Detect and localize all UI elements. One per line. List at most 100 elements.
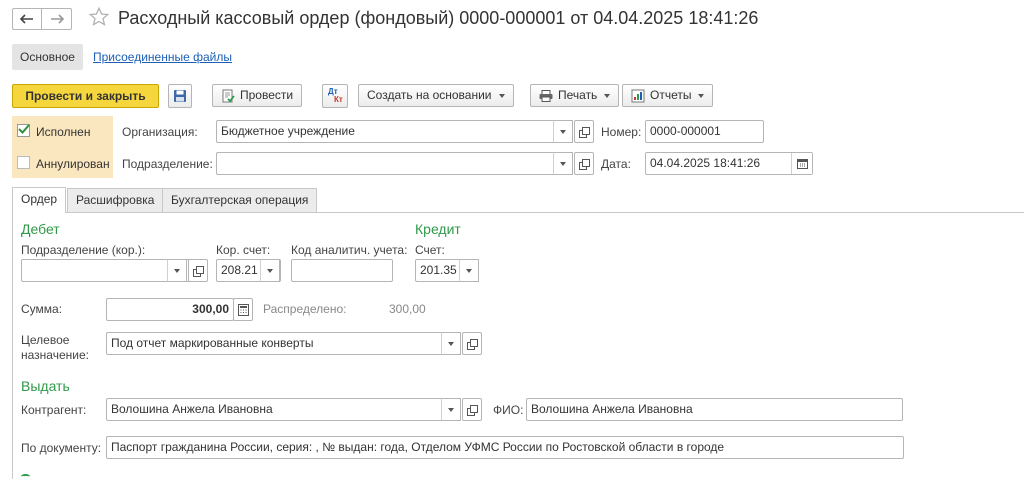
chevron-down-icon xyxy=(466,268,472,273)
tab-attached-files-label: Присоединенные файлы xyxy=(93,50,232,64)
tab-main-label: Основное xyxy=(20,50,75,64)
organization-open-button[interactable] xyxy=(574,120,594,143)
counterparty-field[interactable]: Волошина Анжела Ивановна xyxy=(106,398,461,421)
tab-accounting-operation-label: Бухгалтерская операция xyxy=(171,193,309,207)
organization-label: Организация: xyxy=(122,125,198,139)
checkmark-icon xyxy=(18,124,30,134)
date-field[interactable]: 04.04.2025 18:41:26 xyxy=(645,152,813,175)
post-and-close-label: Провести и закрыть xyxy=(25,89,146,103)
chevron-down-icon xyxy=(448,407,454,412)
tab-order-label: Ордер xyxy=(21,192,58,206)
tab-order[interactable]: Ордер xyxy=(12,187,67,213)
create-based-on-button[interactable]: Создать на основании xyxy=(358,84,514,107)
purpose-field[interactable]: Под отчет маркированные конверты xyxy=(106,332,461,355)
open-form-icon xyxy=(193,265,204,277)
sum-field[interactable]: 300,00 xyxy=(106,298,234,321)
fio-label: ФИО: xyxy=(493,403,524,417)
forward-button[interactable] xyxy=(42,8,72,30)
number-label: Номер: xyxy=(601,125,642,139)
open-form-icon xyxy=(579,158,590,170)
chevron-down-icon xyxy=(498,93,505,98)
distributed-label: Распределено: xyxy=(263,302,347,316)
chevron-down-icon xyxy=(174,268,180,273)
page-title: Расходный кассовый ордер (фондовый) 0000… xyxy=(118,8,759,28)
chevron-down-icon xyxy=(560,129,566,134)
tab-attached-files[interactable]: Присоединенные файлы xyxy=(93,50,232,64)
department-open-button[interactable] xyxy=(574,152,594,175)
print-button[interactable]: Печать xyxy=(530,84,620,107)
report-icon xyxy=(631,89,645,102)
calculator-button[interactable] xyxy=(233,298,253,321)
organization-dropdown[interactable] xyxy=(553,120,573,143)
reports-button-label: Отчеты xyxy=(650,88,692,102)
number-field[interactable]: 0000-000001 xyxy=(645,120,764,143)
chevron-down-icon xyxy=(267,268,273,273)
purpose-open-button[interactable] xyxy=(462,332,482,355)
tab-accounting-operation[interactable]: Бухгалтерская операция xyxy=(162,188,318,212)
counterparty-open-button[interactable] xyxy=(462,398,482,421)
department-dropdown[interactable] xyxy=(553,152,573,175)
printer-icon xyxy=(539,89,553,102)
organization-field[interactable]: Бюджетное учреждение xyxy=(216,120,557,143)
department-field[interactable] xyxy=(216,152,557,175)
tabs-baseline xyxy=(12,212,1024,213)
open-form-icon xyxy=(579,126,590,138)
favorite-star-icon[interactable] xyxy=(88,6,110,31)
reports-button[interactable]: Отчеты xyxy=(622,84,714,107)
next-section-fragment xyxy=(21,474,30,479)
post-button[interactable]: Провести xyxy=(212,84,303,107)
arrow-left-icon xyxy=(20,14,33,24)
credit-account-label: Счет: xyxy=(415,243,445,257)
date-label: Дата: xyxy=(601,157,631,171)
cancelled-checkbox[interactable] xyxy=(17,156,30,169)
chevron-down-icon xyxy=(560,161,566,166)
post-document-icon xyxy=(222,89,235,102)
create-based-on-label: Создать на основании xyxy=(367,88,492,102)
debit-department-label: Подразделение (кор.): xyxy=(21,243,146,257)
by-document-field[interactable]: Паспорт гражданина России, серия: , № вы… xyxy=(106,436,904,459)
calendar-button[interactable] xyxy=(791,153,812,174)
purpose-label-line2: назначение: xyxy=(21,348,89,362)
debit-account-label: Кор. счет: xyxy=(216,243,271,257)
tab-breakdown[interactable]: Расшифровка xyxy=(67,188,164,212)
chevron-down-icon xyxy=(448,341,454,346)
arrow-right-icon xyxy=(50,14,64,24)
post-and-close-button[interactable]: Провести и закрыть xyxy=(12,84,159,108)
executed-checkbox[interactable] xyxy=(17,124,30,137)
calculator-icon xyxy=(237,303,249,316)
cancelled-label: Аннулирован xyxy=(36,157,110,171)
executed-label: Исполнен xyxy=(36,125,91,139)
issue-section-title: Выдать xyxy=(21,378,70,394)
save-button[interactable] xyxy=(168,84,192,108)
chevron-down-icon xyxy=(604,93,611,98)
debit-credit-button[interactable]: Дт Кт xyxy=(322,84,348,108)
debit-credit-icon-kt: Кт xyxy=(334,95,343,104)
tab-main[interactable]: Основное xyxy=(12,44,83,70)
content-left-border xyxy=(12,212,13,479)
tab-breakdown-label: Расшифровка xyxy=(76,193,155,207)
credit-section-title: Кредит xyxy=(415,221,461,237)
debit-department-field[interactable] xyxy=(21,259,191,282)
fio-field[interactable]: Волошина Анжела Ивановна xyxy=(526,398,903,421)
back-button[interactable] xyxy=(12,8,42,30)
calendar-icon xyxy=(796,159,808,169)
debit-account-dropdown[interactable] xyxy=(260,259,280,282)
department-label: Подразделение: xyxy=(122,157,213,171)
counterparty-dropdown[interactable] xyxy=(441,398,461,421)
purpose-dropdown[interactable] xyxy=(441,332,461,355)
debit-section-title: Дебет xyxy=(21,221,60,237)
analytic-code-label: Код аналитич. учета: xyxy=(291,243,408,257)
open-form-icon xyxy=(467,404,478,416)
debit-department-open-button[interactable] xyxy=(188,259,208,282)
sum-label: Сумма: xyxy=(21,302,63,316)
credit-account-dropdown[interactable] xyxy=(459,259,479,282)
debit-department-dropdown[interactable] xyxy=(167,259,187,282)
distributed-value: 300,00 xyxy=(389,302,426,316)
chevron-down-icon xyxy=(698,93,705,98)
by-document-label: По документу: xyxy=(21,441,102,455)
counterparty-label: Контрагент: xyxy=(21,403,87,417)
post-button-label: Провести xyxy=(240,88,294,102)
floppy-disk-icon xyxy=(174,90,186,102)
analytic-code-field[interactable] xyxy=(291,259,393,282)
purpose-label-line1: Целевое xyxy=(21,333,70,347)
